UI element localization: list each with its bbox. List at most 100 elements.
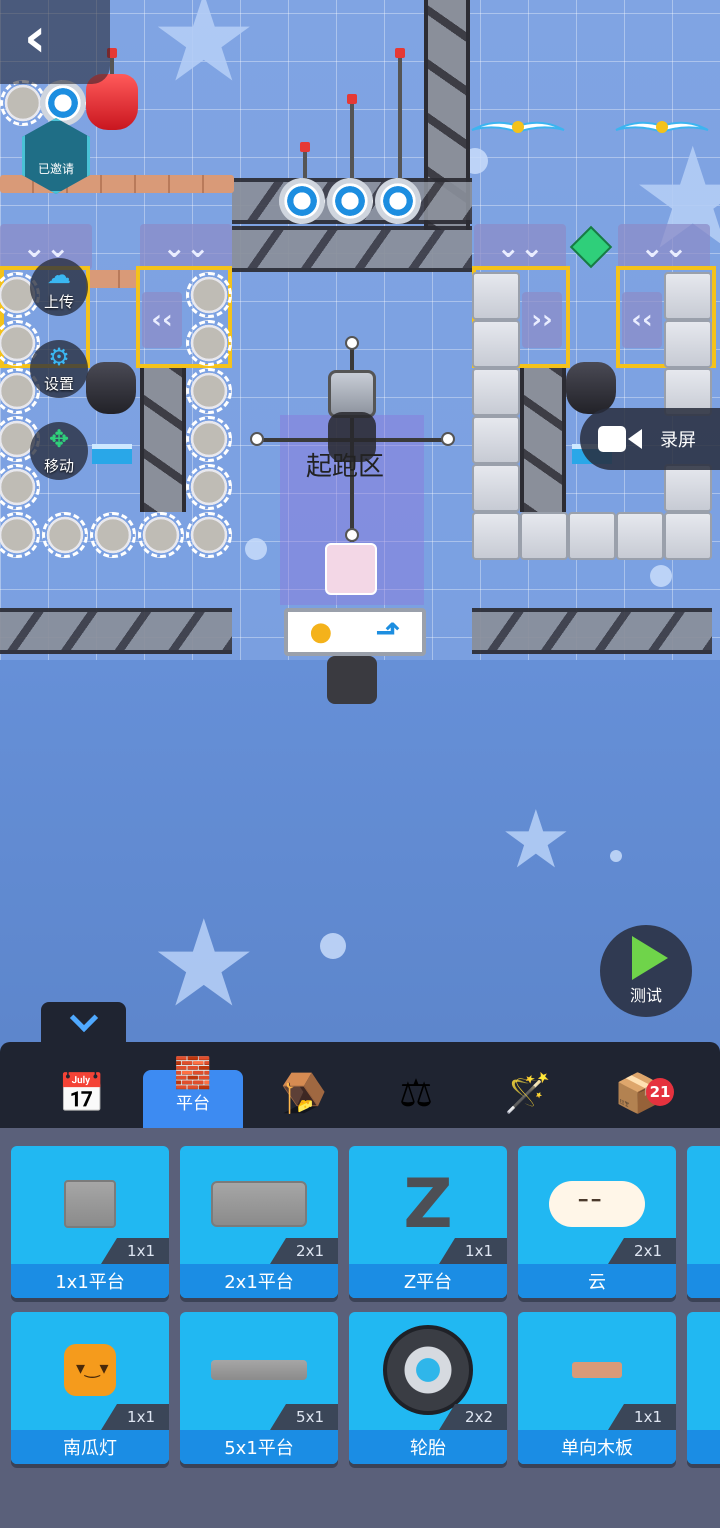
settings-label: 设置 [43, 374, 74, 393]
palette-item[interactable]: 2x2 轮胎 [349, 1312, 507, 1464]
palette-item[interactable]: ▾‿▾ 1x1 南瓜灯 [11, 1312, 169, 1464]
saw-blade[interactable] [42, 512, 88, 558]
settings-button[interactable]: ⚙ 设置 [30, 340, 88, 398]
gear[interactable] [327, 178, 373, 224]
cloud-upload-icon: ☁ [47, 260, 71, 289]
saw-blade[interactable] [186, 464, 232, 510]
palette-item[interactable]: Z 1x1 Z平台 [349, 1146, 507, 1298]
saw-blade[interactable] [186, 320, 232, 366]
pumpkin-icon: ▾‿▾ [64, 1344, 116, 1396]
vertical-rail[interactable] [140, 368, 186, 512]
cat-icon: ● [309, 617, 333, 647]
steel-block[interactable] [520, 512, 568, 560]
block-5x1-icon [211, 1360, 307, 1380]
steel-block[interactable] [664, 272, 712, 320]
gear[interactable] [279, 178, 325, 224]
spring-pad[interactable] [92, 444, 132, 464]
saw-blade[interactable] [186, 512, 232, 558]
move-button[interactable]: ✥ 移动 [30, 422, 88, 480]
item-name: 南瓜灯 [11, 1430, 169, 1464]
record-label: 录屏 [660, 430, 696, 451]
item-name: Z平台 [349, 1264, 507, 1298]
back-button[interactable]: ‹ [0, 0, 110, 84]
background-star: ★ [150, 0, 258, 109]
tab-box[interactable]: 📦 21 [598, 1060, 678, 1126]
tab-trap[interactable]: 🪤 [264, 1060, 344, 1126]
gear-icon: ⚙ [48, 342, 70, 371]
wing-fan[interactable] [614, 116, 710, 138]
antenna-switch[interactable] [395, 48, 405, 180]
collapse-panel-button[interactable] [41, 1002, 126, 1044]
rail-platform[interactable] [472, 608, 712, 654]
item-name: 2x1平台 [180, 1264, 338, 1298]
test-play-button[interactable]: 测试 [600, 925, 692, 1017]
wing-fan[interactable] [470, 116, 566, 138]
gear[interactable] [40, 80, 86, 126]
palette-item[interactable]: 2x1 2x1平台 [180, 1146, 338, 1298]
antenna-switch[interactable] [300, 142, 310, 180]
selection-handle[interactable] [345, 336, 359, 350]
tab-platform[interactable]: 🧱 平台 [143, 1058, 243, 1128]
tab-calendar[interactable]: 📅 [42, 1060, 122, 1126]
rail-platform[interactable] [232, 226, 472, 272]
saw-blade[interactable] [186, 272, 232, 318]
steel-block[interactable] [664, 464, 712, 512]
background-star: ★ [500, 793, 572, 886]
selection-handle[interactable] [441, 432, 455, 446]
saw-blade[interactable] [186, 368, 232, 414]
steel-block[interactable] [472, 272, 520, 320]
gear[interactable] [375, 178, 421, 224]
item-count-badge: 21 [646, 1078, 674, 1106]
palette-item[interactable]: 1x1 单向木板 [518, 1312, 676, 1464]
steel-block[interactable] [472, 320, 520, 368]
steel-block[interactable] [472, 416, 520, 464]
upload-button[interactable]: ☁ 上传 [30, 258, 88, 316]
palette-item[interactable]: 5x1 5x1平台 [180, 1312, 338, 1464]
invited-label: 已邀请 [37, 162, 74, 176]
rail-platform[interactable] [0, 608, 232, 654]
saw-blade[interactable] [186, 416, 232, 462]
saw-blade[interactable] [138, 512, 184, 558]
palette-item[interactable]: 1x1 1x1平台 [11, 1146, 169, 1298]
conveyor-down[interactable]: ⌄⌄ [474, 224, 566, 270]
conveyor-down[interactable]: ⌄⌄ [140, 224, 232, 270]
selection-handle[interactable] [345, 528, 359, 542]
cannon-pot[interactable] [86, 362, 136, 414]
tab-wand[interactable]: 🪄 [488, 1060, 568, 1126]
steel-block[interactable] [616, 512, 664, 560]
start-platform[interactable]: ● ⬏ [284, 608, 426, 656]
vertical-rail[interactable] [520, 368, 566, 512]
antenna-switch[interactable] [347, 94, 357, 180]
saw-blade[interactable] [90, 512, 136, 558]
brick-icon: 🧱 [174, 1055, 212, 1091]
steel-block[interactable] [568, 512, 616, 560]
steel-block[interactable] [472, 368, 520, 416]
selection-handle[interactable] [250, 432, 264, 446]
palette-item-partial[interactable] [687, 1146, 720, 1298]
steel-block[interactable] [664, 512, 712, 560]
level-editor-canvas[interactable]: ★ ★ ★ ★ ⌄⌄ ⌄⌄ ⌄⌄ ⌄⌄ ‹‹ ›› ‹‹ 起跑区 ● ⬏ [0, 0, 720, 1040]
palette-item-partial[interactable] [687, 1312, 720, 1464]
steel-block[interactable] [472, 512, 520, 560]
move-label: 移动 [43, 456, 74, 475]
record-screen-button[interactable]: 录屏 [580, 408, 720, 470]
conveyor-left[interactable]: ‹‹ [142, 292, 182, 348]
trap-jaw-icon: 🪤 [280, 1071, 328, 1115]
z-platform-icon: Z [403, 1164, 453, 1244]
calendar-star-icon: 📅 [58, 1071, 106, 1115]
tab-seesaw[interactable]: ⚖ [376, 1060, 456, 1126]
conveyor-right[interactable]: ›› [522, 292, 562, 348]
item-name: 5x1平台 [180, 1430, 338, 1464]
dark-block[interactable] [327, 656, 377, 704]
conveyor-down[interactable]: ⌄⌄ [618, 224, 710, 270]
video-camera-icon [598, 424, 644, 454]
steel-block[interactable] [472, 464, 520, 512]
background-star: ★ [150, 895, 258, 1034]
palette-item[interactable]: ━ ━ 2x1 云 [518, 1146, 676, 1298]
player-avatar[interactable] [325, 543, 377, 595]
robot-launcher[interactable] [328, 370, 376, 418]
conveyor-left[interactable]: ‹‹ [622, 292, 662, 348]
steel-block[interactable] [664, 320, 712, 368]
brick-row[interactable] [86, 270, 138, 288]
cannon-pot[interactable] [566, 362, 616, 414]
